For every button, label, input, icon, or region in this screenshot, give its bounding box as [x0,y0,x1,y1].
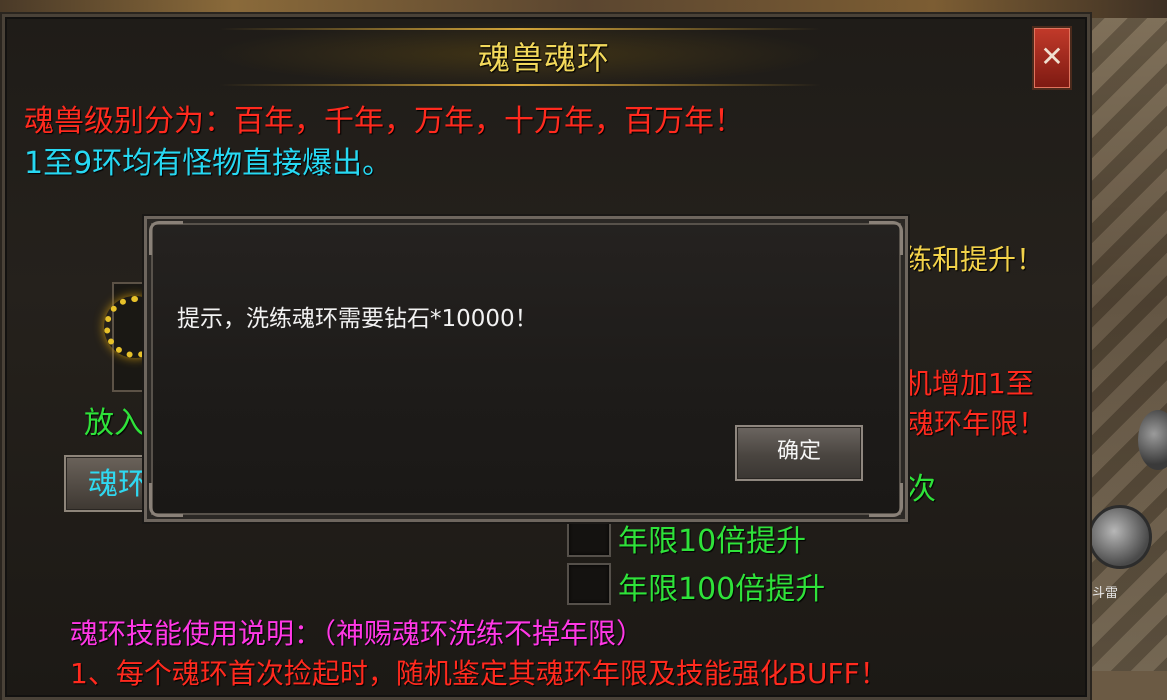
title-line-bottom [220,84,820,86]
increase-text: 机增加1至 [904,367,1034,400]
option-100x-label: 年限100倍提升 [618,572,826,607]
window-title: 魂兽魂环 [477,39,610,77]
checkbox-100x[interactable] [567,563,611,605]
minimap-icon[interactable] [1088,505,1152,569]
times-text: 次 [906,472,936,507]
confirm-button[interactable]: 确定 [735,425,863,481]
close-button[interactable]: ✕ [1032,26,1072,90]
close-icon: ✕ [1040,40,1064,73]
place-label: 放入 [84,406,144,441]
level-info: 魂兽级别分为：百年，千年，万年，十万年，百万年！ [24,104,744,139]
dialog-corner [869,221,903,255]
minimap-label: 斗雷 [1092,586,1119,601]
dialog-corner [149,221,183,255]
skill-first-rule: 1、每个魂环首次捡起时，随机鉴定其魂环年限及技能强化BUFF！ [70,657,888,690]
upgrade-text: 练和提升！ [904,243,1045,276]
soul-ring-button[interactable]: 魂环 [64,455,154,512]
years-text: 魂环年限！ [906,407,1047,440]
option-10x-label: 年限10倍提升 [618,524,807,559]
dialog-corner [869,483,903,517]
hint-dialog: 提示，洗练魂环需要钻石*10000！ 确定 [144,216,908,522]
skill-section-title: 魂环技能使用说明：（神赐魂环洗练不掉年限） [70,617,645,650]
dialog-corner [149,483,183,517]
drop-info: 1至9环均有怪物直接爆出。 [24,146,393,181]
dialog-message: 提示，洗练魂环需要钻石*10000！ [177,306,538,332]
title-line-top [220,28,820,30]
